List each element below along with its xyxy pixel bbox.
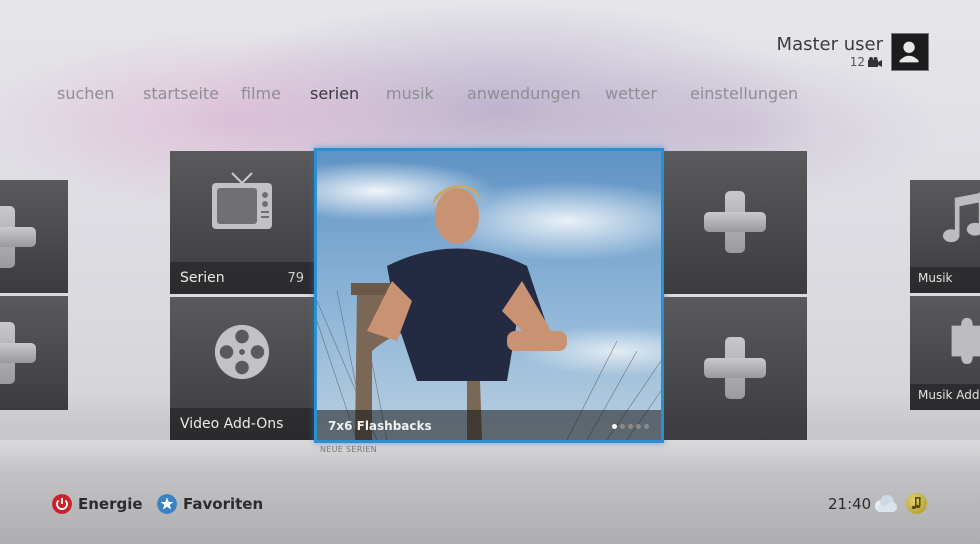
- tile-musik[interactable]: Musik: [910, 180, 980, 293]
- nav-item-serien[interactable]: serien: [310, 84, 359, 103]
- tile-left-top[interactable]: [0, 180, 68, 293]
- nav-item-startseite[interactable]: startseite: [143, 84, 219, 103]
- music-note-icon: [942, 192, 980, 243]
- energy-button[interactable]: Energie: [52, 493, 143, 515]
- pager-dot[interactable]: [644, 424, 649, 429]
- power-icon: [52, 494, 72, 514]
- film-reel-icon: [214, 324, 270, 380]
- tile-caption: Video Add-Ons: [170, 408, 314, 440]
- user-panel[interactable]: Master user 12: [629, 33, 929, 73]
- star-icon: [157, 494, 177, 514]
- camera-icon: [868, 57, 882, 67]
- nav-item-einstellungen[interactable]: einstellungen: [690, 84, 798, 103]
- featured-caption: 7x6 Flashbacks: [317, 410, 661, 440]
- nav-item-suchen[interactable]: suchen: [57, 84, 114, 103]
- favorites-label: Favoriten: [183, 495, 264, 513]
- tile-caption: Musik: [910, 267, 980, 293]
- tile-caption: Serien 79: [170, 262, 314, 294]
- tile-serien-label: Serien: [180, 270, 225, 286]
- clock: 21:40: [828, 495, 872, 513]
- tile-left-bottom[interactable]: [0, 296, 68, 410]
- tile-featured[interactable]: 7x6 Flashbacks: [314, 148, 664, 443]
- tile-add-top[interactable]: [664, 151, 807, 294]
- nav-item-musik[interactable]: musik: [386, 84, 434, 103]
- tile-video-addons-label: Video Add-Ons: [180, 416, 284, 432]
- favorites-button[interactable]: Favoriten: [157, 493, 263, 515]
- tile-serien[interactable]: Serien 79: [170, 151, 314, 294]
- plus-icon: [0, 206, 36, 268]
- floor-reflection: [0, 440, 980, 544]
- music-note-small-icon: [911, 497, 921, 510]
- weather-icon[interactable]: [872, 492, 898, 514]
- music-status-icon[interactable]: [906, 493, 927, 514]
- user-name: Master user: [776, 34, 883, 55]
- nav-item-filme[interactable]: filme: [241, 84, 281, 103]
- plus-icon: [0, 322, 36, 384]
- plus-icon: [704, 337, 766, 399]
- puzzle-icon: [951, 317, 980, 364]
- pager-dot[interactable]: [620, 424, 625, 429]
- tile-serien-count: 79: [287, 271, 304, 286]
- plus-icon: [704, 191, 766, 253]
- tile-musik-addons[interactable]: Musik Add-o: [910, 296, 980, 410]
- tv-icon: [212, 172, 272, 229]
- pager-dot[interactable]: [628, 424, 633, 429]
- featured-title: 7x6 Flashbacks: [328, 419, 432, 433]
- tile-add-bottom[interactable]: [664, 297, 807, 440]
- tile-caption: Musik Add-o: [910, 384, 980, 410]
- nav-item-anwendungen[interactable]: anwendungen: [467, 84, 581, 103]
- featured-image-art: [317, 184, 661, 440]
- tile-musik-label: Musik: [918, 271, 953, 285]
- energy-label: Energie: [78, 495, 143, 513]
- pager-dot[interactable]: [612, 424, 617, 429]
- nav-item-wetter[interactable]: wetter: [605, 84, 657, 103]
- featured-sublabel: NEUE SERIEN: [320, 445, 377, 454]
- main-nav: suchen startseite filme serien musik anw…: [0, 84, 980, 108]
- tile-video-addons[interactable]: Video Add-Ons: [170, 297, 314, 440]
- pager-dots: [612, 424, 649, 429]
- user-count: 12: [849, 55, 865, 69]
- pager-dot[interactable]: [636, 424, 641, 429]
- tile-musik-addons-label: Musik Add-o: [918, 388, 980, 402]
- avatar[interactable]: [891, 33, 929, 71]
- avatar-icon: [899, 41, 919, 63]
